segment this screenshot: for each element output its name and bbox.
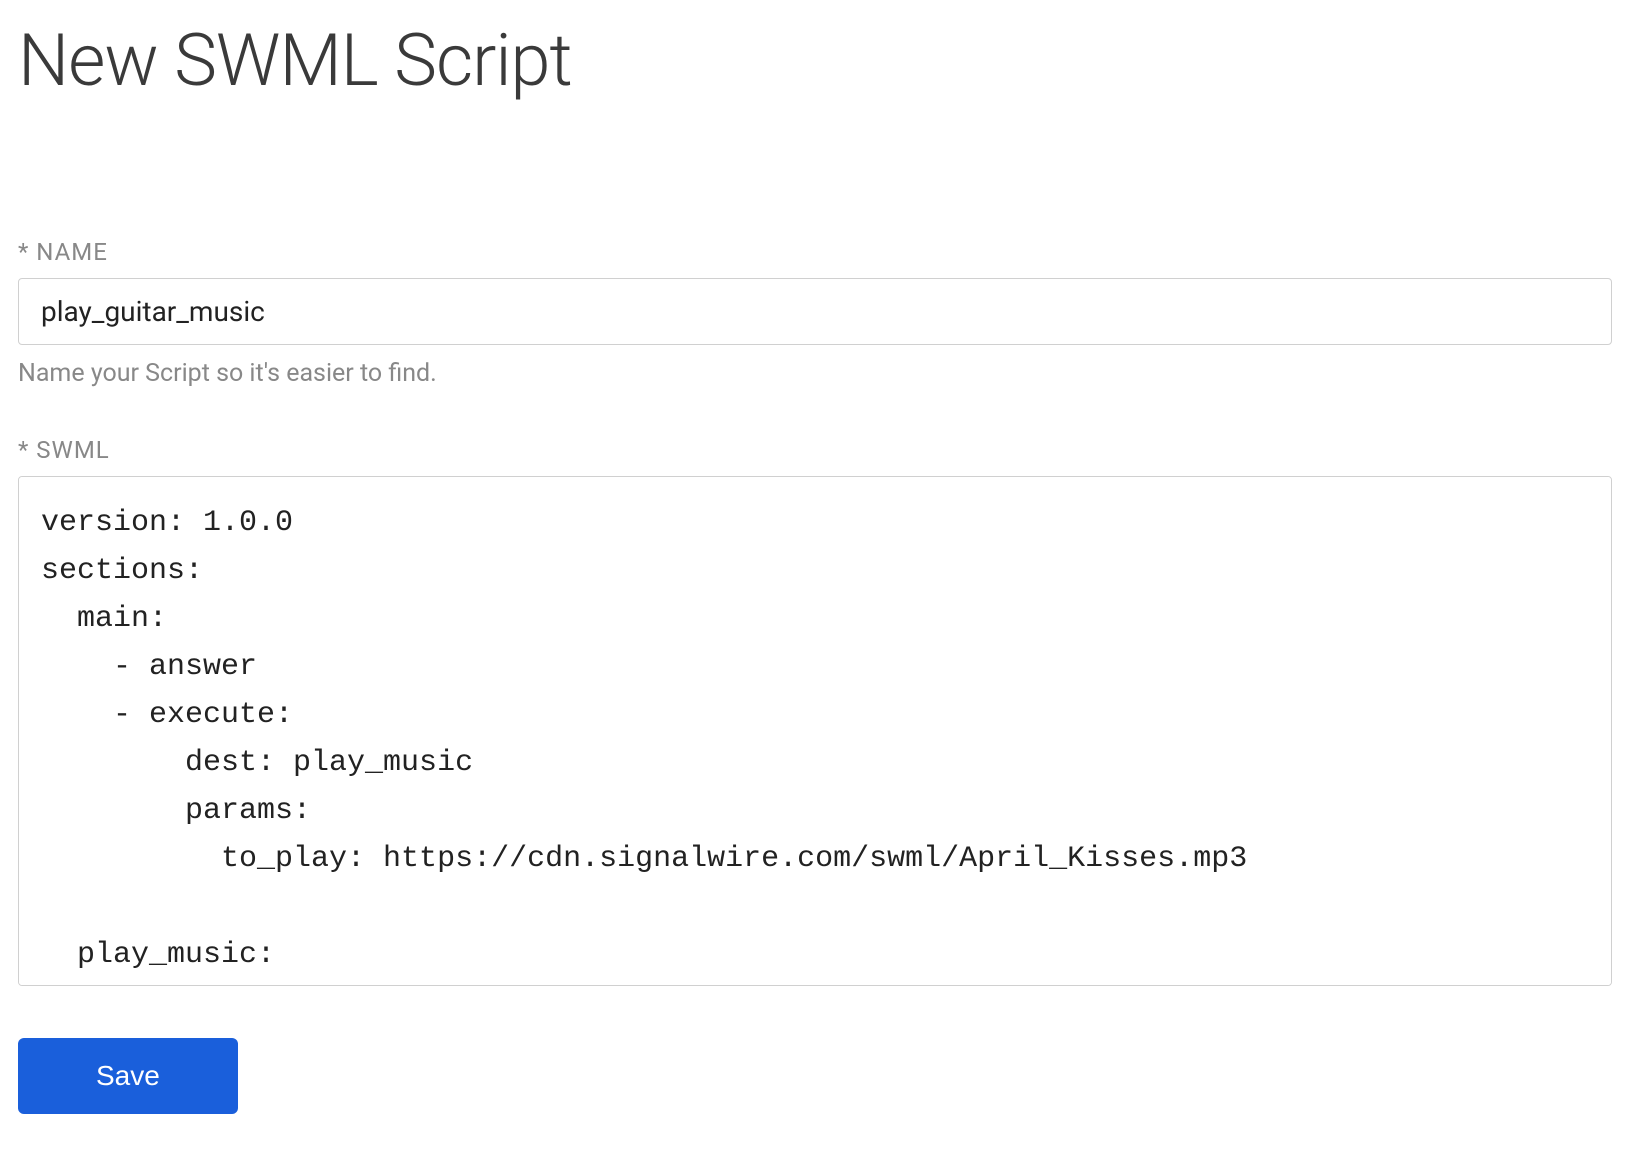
name-help-text: Name your Script so it's easier to find. xyxy=(18,359,1612,388)
name-form-group: * NAME Name your Script so it's easier t… xyxy=(18,238,1612,388)
swml-code-editor[interactable] xyxy=(18,476,1612,986)
swml-form-group: * SWML xyxy=(18,436,1612,990)
page-title: New SWML Script xyxy=(18,18,1612,103)
name-label: * NAME xyxy=(18,238,1612,266)
swml-label: * SWML xyxy=(18,436,1612,464)
name-input[interactable] xyxy=(18,278,1612,345)
save-button[interactable]: Save xyxy=(18,1038,238,1114)
button-row: Save xyxy=(18,1038,1612,1114)
